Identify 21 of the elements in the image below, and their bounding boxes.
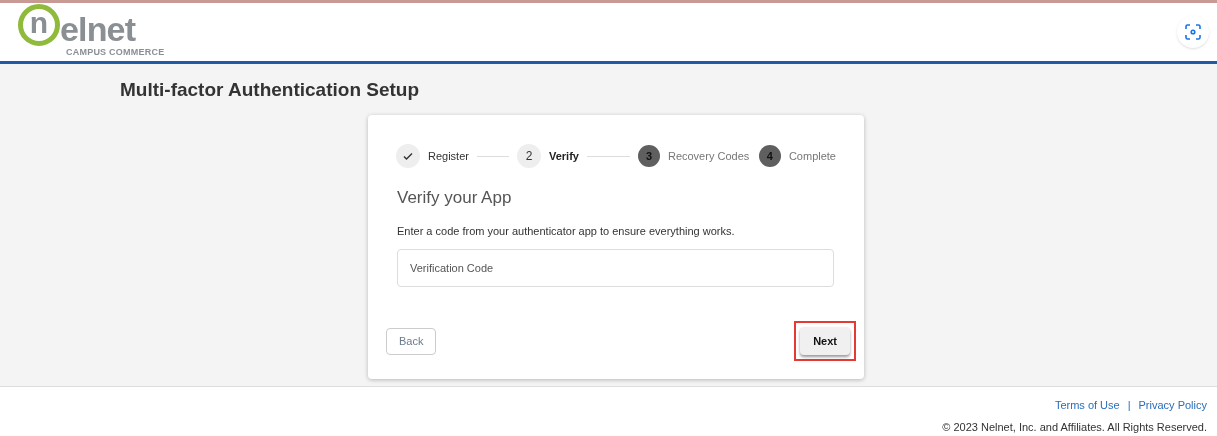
step-label: Recovery Codes [667, 148, 750, 164]
page-title: Multi-factor Authentication Setup [120, 77, 420, 102]
scan-button[interactable] [1177, 15, 1209, 48]
terms-link[interactable]: Terms of Use [1054, 397, 1120, 414]
step-number: 3 [637, 145, 660, 168]
verification-code-field[interactable]: Verification Code [397, 249, 834, 288]
step-number: 2 [516, 144, 541, 169]
step-label: Register [428, 148, 469, 164]
next-button[interactable]: Next [800, 327, 850, 356]
step-number: 4 [758, 145, 781, 168]
back-button[interactable]: Back [386, 327, 437, 355]
step-label: Complete [788, 148, 836, 164]
logo: n elnet CAMPUS COMMERCE [18, 4, 165, 60]
step-label: Verify [548, 148, 579, 164]
copyright: © 2023 Nelnet, Inc. and Affiliates. All Rights Reserved. [942, 420, 1207, 436]
link-separator: | [1127, 398, 1131, 413]
privacy-link[interactable]: Privacy Policy [1138, 397, 1207, 414]
instructions: Enter a code from your authenticator app to ensure everything works. [397, 223, 736, 239]
step-check-icon [396, 144, 420, 169]
section-heading: Verify your App [397, 187, 513, 210]
scan-icon [1185, 23, 1201, 40]
